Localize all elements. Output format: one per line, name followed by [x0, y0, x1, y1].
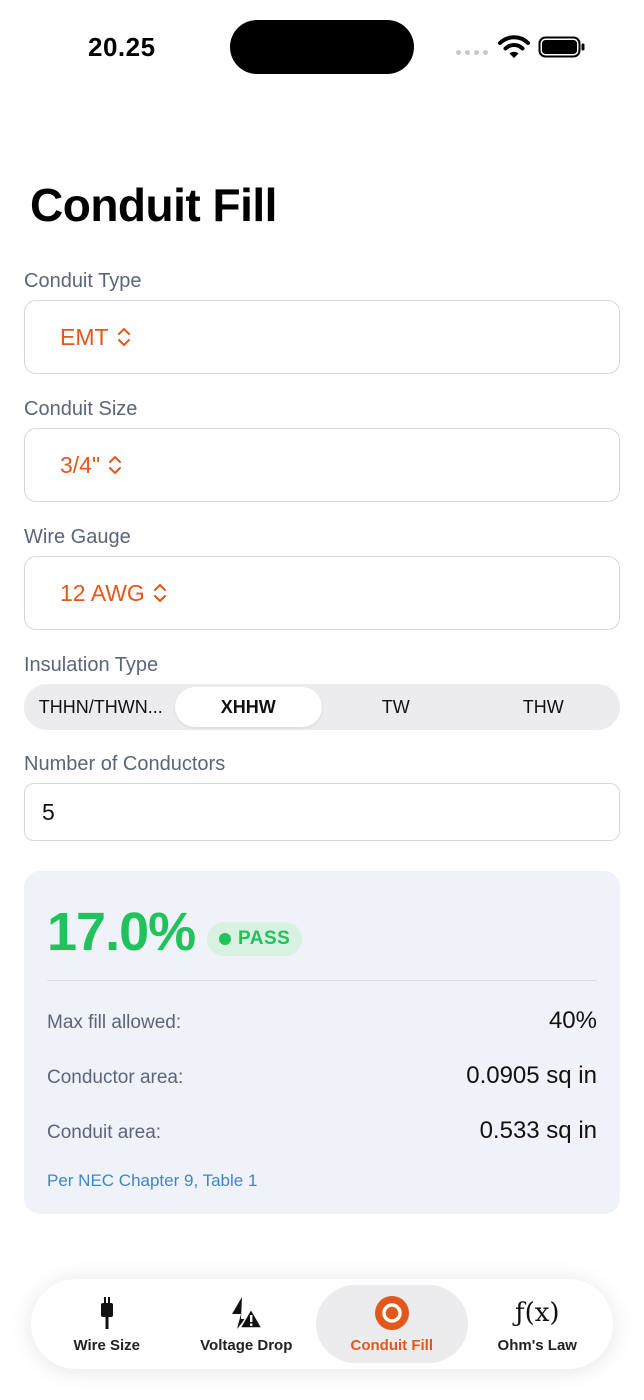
result-value: 0.533 sq in [479, 1117, 597, 1144]
cellular-signal-icon [456, 50, 488, 55]
result-value: 0.0905 sq in [466, 1062, 597, 1089]
insulation-type-label: Insulation Type [24, 654, 159, 676]
status-bar: 20.25 [0, 0, 644, 96]
tab-label: Wire Size [73, 1336, 141, 1354]
conductors-label: Number of Conductors [24, 753, 226, 775]
status-dot-icon [219, 933, 231, 945]
wire-gauge-picker[interactable]: 12 AWG [24, 556, 620, 630]
tab-voltage-drop[interactable]: Voltage Drop [177, 1285, 317, 1363]
dynamic-island [230, 20, 414, 74]
status-badge-text: PASS [238, 928, 291, 949]
segment-thhn[interactable]: THHN/THWN... [27, 687, 175, 727]
conduit-type-label: Conduit Type [24, 270, 142, 292]
tab-bar: Wire Size Voltage Drop Conduit Fill ƒ(x)… [31, 1279, 613, 1369]
tab-label: Conduit Fill [350, 1336, 433, 1354]
status-time: 20.25 [88, 32, 156, 62]
wire-gauge-label: Wire Gauge [24, 526, 131, 548]
plug-icon [89, 1295, 125, 1331]
tab-wire-size[interactable]: Wire Size [37, 1285, 177, 1363]
result-label: Conductor area: [47, 1067, 184, 1088]
tab-label: Voltage Drop [200, 1336, 293, 1354]
conduit-type-value: EMT [60, 323, 109, 350]
bolt-warning-icon [228, 1295, 264, 1331]
result-value: 40% [548, 1007, 597, 1034]
page-title: Conduit Fill [30, 179, 277, 231]
tab-label: Ohm's Law [497, 1336, 577, 1354]
result-row-conductor-area: Conductor area: 0.0905 sq in [47, 1062, 597, 1090]
segment-tw[interactable]: TW [322, 687, 470, 727]
function-icon: ƒ(x) [514, 1297, 560, 1328]
conductors-input[interactable]: 5 [24, 783, 620, 841]
result-card: 17.0% PASS Max fill allowed: 40% Conduct… [24, 871, 620, 1214]
result-row-max-fill: Max fill allowed: 40% [47, 1007, 597, 1035]
fill-percent: 17.0% [47, 902, 196, 962]
conduit-size-label: Conduit Size [24, 398, 138, 420]
result-row-conduit-area: Conduit area: 0.533 sq in [47, 1117, 597, 1145]
nec-reference-note: Per NEC Chapter 9, Table 1 [47, 1171, 258, 1190]
chevron-updown-icon [109, 456, 122, 474]
segment-xhhw[interactable]: XHHW [174, 687, 322, 727]
wifi-icon [498, 35, 530, 58]
chevron-updown-icon [117, 328, 130, 346]
result-label: Max fill allowed: [47, 1012, 182, 1033]
card-divider [47, 980, 597, 981]
result-label: Conduit area: [47, 1122, 162, 1143]
segment-thw[interactable]: THW [470, 687, 618, 727]
conduit-size-value: 3/4" [60, 451, 101, 478]
conduit-type-picker[interactable]: EMT [24, 300, 620, 374]
conduit-circle-icon [374, 1295, 410, 1331]
conduit-size-picker[interactable]: 3/4" [24, 428, 620, 502]
insulation-type-segmented-control: THHN/THWN... XHHW TW THW [24, 684, 620, 730]
wire-gauge-value: 12 AWG [60, 579, 145, 606]
status-badge: PASS [207, 922, 303, 956]
tab-ohms-law[interactable]: ƒ(x) Ohm's Law [468, 1285, 608, 1363]
chevron-updown-icon [153, 584, 166, 602]
battery-icon [538, 36, 585, 58]
tab-conduit-fill[interactable]: Conduit Fill [316, 1285, 468, 1363]
